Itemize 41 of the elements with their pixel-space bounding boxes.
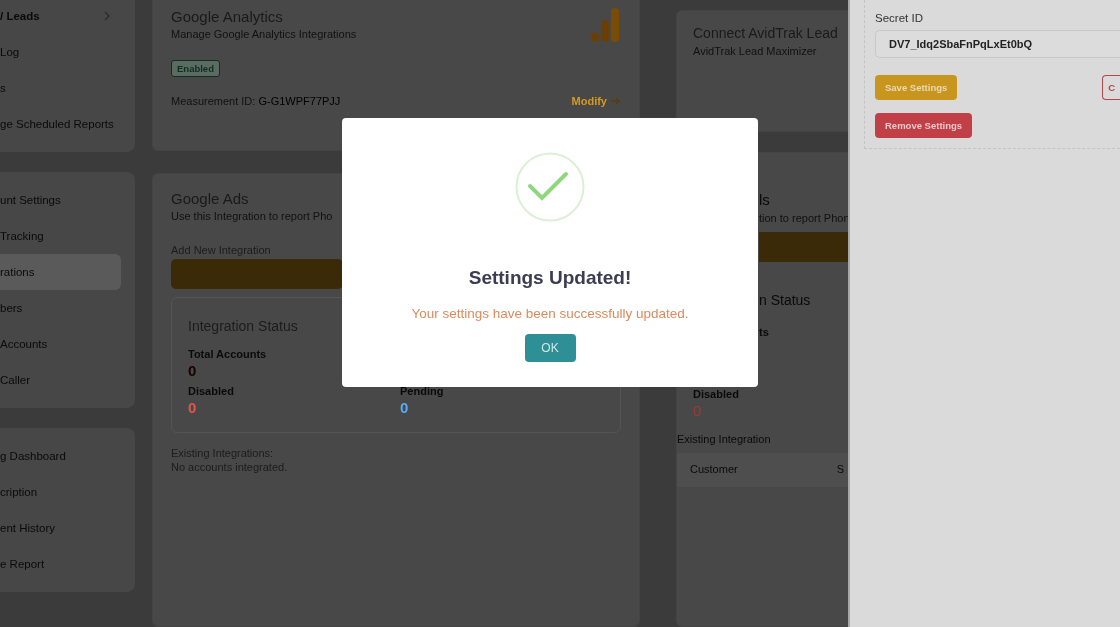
dialog-title: Settings Updated! (468, 267, 632, 289)
stat-label: Total Accounts (188, 348, 268, 360)
chevron-right-icon (103, 11, 111, 21)
sidebar-item[interactable]: Log (0, 34, 121, 70)
stat-value: 0 (400, 399, 410, 416)
stat-label: Disabled (188, 385, 235, 397)
bar-chart-icon (589, 8, 621, 42)
stat-value: 0 (188, 399, 198, 416)
sidebar-item[interactable]: cription (0, 474, 121, 510)
sidebar-item[interactable]: bers (0, 290, 121, 326)
card-title: ls (758, 191, 771, 208)
outline-button[interactable]: C (1102, 75, 1120, 100)
add-integration-button[interactable] (759, 232, 850, 262)
success-check-icon (515, 152, 585, 222)
sidebar-item[interactable]: Tracking (0, 218, 121, 254)
secret-id-field[interactable]: DV7_Idq2SbaFnPqLxEt0bQ (875, 30, 1120, 58)
sidebar-item[interactable]: ge Scheduled Reports (0, 106, 121, 142)
arrow-right-icon (611, 97, 621, 105)
sidebar-item[interactable]: unt Settings (0, 182, 121, 218)
sidebar-item[interactable]: / Leads (0, 0, 121, 34)
column-header: S (836, 463, 844, 475)
sidebar-item[interactable]: Accounts (0, 326, 121, 362)
field-label: Secret ID (875, 12, 924, 24)
sidebar-item[interactable]: ent History (0, 510, 121, 546)
column-header: Customer (690, 463, 738, 475)
measurement-id: G-G1WPF77PJJ (258, 95, 341, 107)
stat-value: 0 (188, 362, 198, 379)
remove-settings-button[interactable]: Remove Settings (875, 113, 973, 138)
stat-label: Pending (400, 385, 445, 397)
status-title: n Status (758, 292, 812, 308)
stat-value: 0 (693, 402, 703, 419)
sidebar-item[interactable]: rations (0, 254, 121, 290)
modify-link[interactable]: Modify (571, 95, 607, 107)
ok-button[interactable]: OK (524, 334, 576, 362)
sidebar-item[interactable]: Caller (0, 362, 121, 398)
dialog-message: Your settings have been successfully updated. (411, 306, 689, 321)
stat-label: ts (758, 326, 770, 338)
stat-label: Disabled (693, 388, 740, 400)
section-label: Existing Integration (677, 433, 772, 445)
save-settings-button[interactable]: Save Settings (875, 75, 958, 100)
status-badge: Enabled (171, 60, 220, 77)
